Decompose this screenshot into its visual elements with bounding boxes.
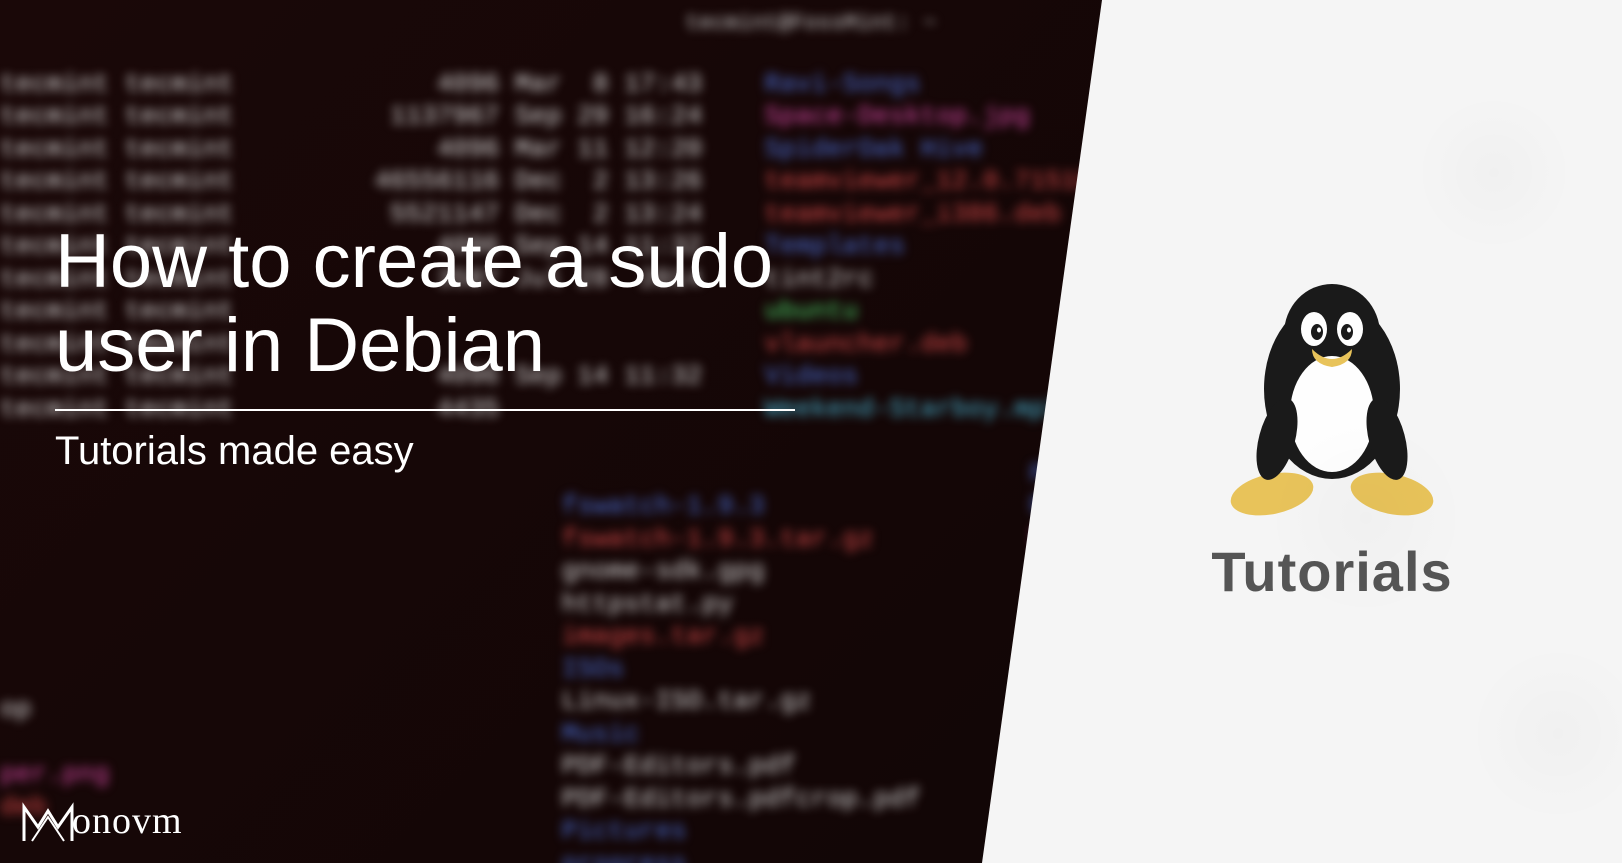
tutorials-label: Tutorials (1211, 539, 1452, 604)
banner-container: tecmint@FossMint: ~tecmint tecmint 4096 … (0, 0, 1622, 863)
main-text-block: How to create a sudo user in Debian Tuto… (55, 220, 815, 474)
subtitle: Tutorials made easy (55, 429, 815, 474)
logo-text: onovm (72, 799, 183, 843)
tux-icon (1222, 259, 1442, 519)
main-title: How to create a sudo user in Debian (55, 220, 815, 387)
title-divider (55, 409, 795, 411)
logo-m-icon (20, 797, 76, 845)
monovm-logo: onovm (20, 797, 183, 845)
